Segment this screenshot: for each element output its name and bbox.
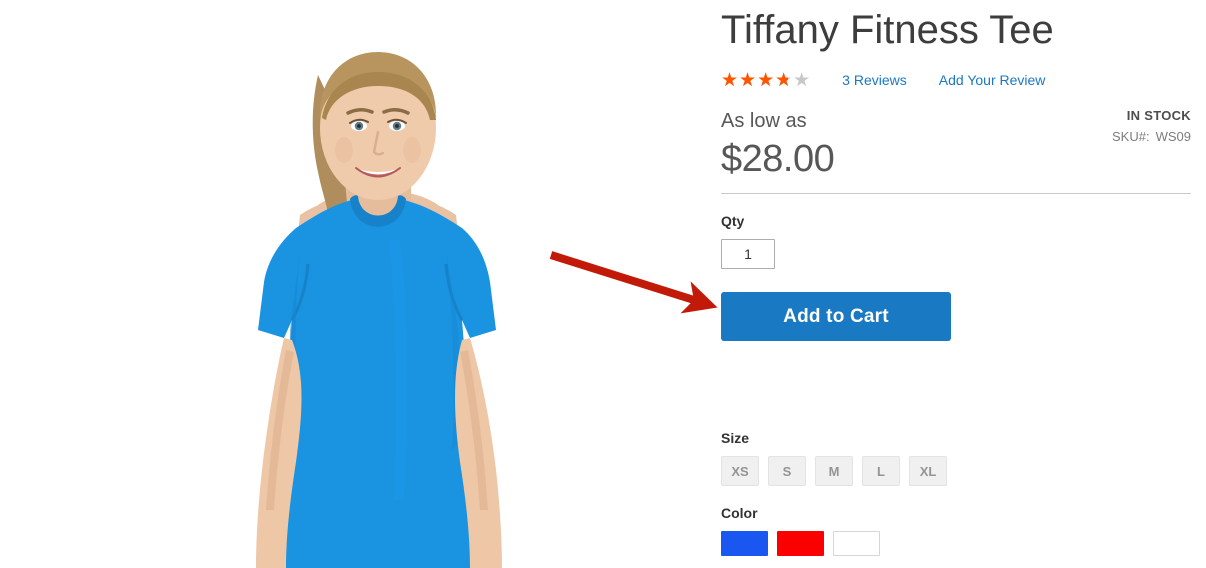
size-swatch-m[interactable]: M	[815, 456, 853, 486]
size-label: Size	[721, 430, 750, 446]
add-your-review-link[interactable]: Add Your Review	[939, 69, 1046, 91]
color-swatch-white[interactable]	[833, 531, 880, 556]
sku-value: WS09	[1155, 129, 1191, 144]
color-swatch-row[interactable]	[721, 531, 889, 556]
rating-stars-filled: ★★★★★	[721, 69, 788, 91]
quantity-input[interactable]	[721, 239, 775, 269]
size-swatch-row[interactable]: XS S M L XL	[721, 456, 956, 486]
sku-label: SKU#:	[1112, 129, 1150, 144]
qty-block: Qty	[721, 212, 775, 269]
page-title: Tiffany Fitness Tee	[721, 8, 1054, 52]
size-swatch-l[interactable]: L	[862, 456, 900, 486]
product-page: Tiffany Fitness Tee ★★★★★ ★★★★★ 3 Review…	[0, 0, 1206, 568]
color-swatch-red[interactable]	[777, 531, 824, 556]
product-image[interactable]	[0, 0, 710, 568]
color-option-group: Color	[721, 504, 889, 556]
reviews-count-link[interactable]: 3 Reviews	[842, 69, 907, 91]
add-to-cart-button[interactable]: Add to Cart	[721, 292, 951, 341]
stock-and-sku: IN STOCK SKU#: WS09	[1112, 107, 1191, 146]
color-label: Color	[721, 505, 758, 521]
product-reviews-summary: ★★★★★ ★★★★★ 3 Reviews Add Your Review	[721, 69, 1045, 91]
status-badge: IN STOCK	[1126, 108, 1191, 123]
size-swatch-s[interactable]: S	[768, 456, 806, 486]
product-media-gallery[interactable]	[0, 0, 710, 568]
qty-label: Qty	[721, 213, 745, 229]
product-price-block: As low as $28.00	[721, 108, 835, 180]
size-swatch-xl[interactable]: XL	[909, 456, 947, 486]
rating-stars[interactable]: ★★★★★ ★★★★★	[721, 69, 811, 91]
divider	[721, 193, 1191, 194]
price-value: $28.00	[721, 138, 835, 180]
product-info-main: Tiffany Fitness Tee ★★★★★ ★★★★★ 3 Review…	[721, 0, 1191, 568]
price-label: As low as	[721, 110, 807, 132]
sku-line: SKU#: WS09	[1112, 128, 1191, 146]
color-swatch-blue[interactable]	[721, 531, 768, 556]
size-swatch-xs[interactable]: XS	[721, 456, 759, 486]
size-option-group: Size XS S M L XL	[721, 429, 956, 486]
